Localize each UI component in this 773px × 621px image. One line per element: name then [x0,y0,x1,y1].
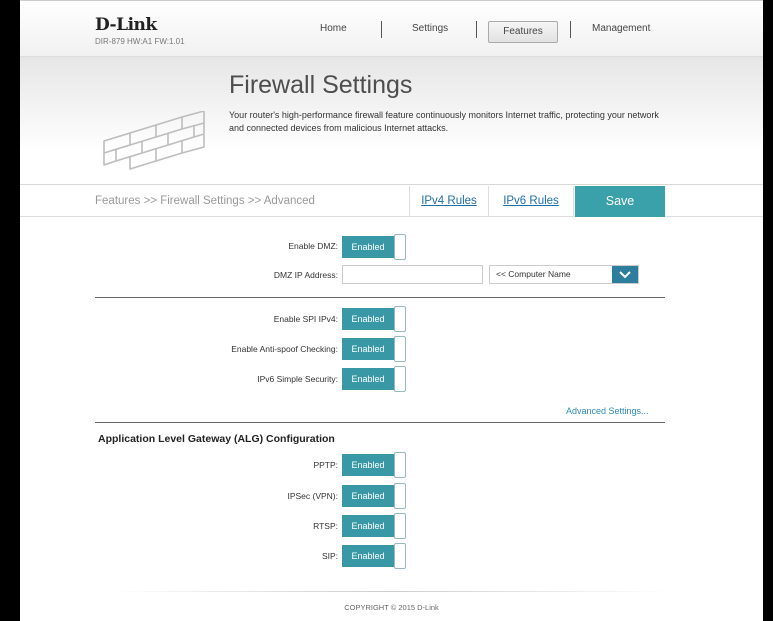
firewall-brick-icon [103,111,205,170]
rtsp-toggle[interactable]: Enabled [342,513,406,539]
ipv6-security-label: IPv6 Simple Security: [257,374,338,384]
advanced-settings-link[interactable]: Advanced Settings... [566,406,649,416]
nav-settings[interactable]: Settings [412,23,448,34]
rtsp-label: RTSP: [313,521,338,531]
save-button[interactable]: Save [575,186,665,217]
sip-label: SIP: [321,551,338,561]
toggle-state: Enabled [342,236,394,258]
model-firmware-info: DIR-879 HW:A1 FW:1.01 [95,37,185,46]
section-divider [95,297,665,298]
router-admin-page: D-Link DIR-879 HW:A1 FW:1.01 Home Settin… [20,0,763,621]
action-bar: Features >> Firewall Settings >> Advance… [20,186,763,217]
ipv4-rules-link[interactable]: IPv4 Rules [409,186,489,217]
toggle-knob [394,306,406,332]
nav-management[interactable]: Management [592,23,650,34]
enable-dmz-label: Enable DMZ: [288,241,338,251]
dlink-logo[interactable]: D-Link [95,15,157,35]
page-description: Your router's high-performance firewall … [229,110,659,133]
dmz-ip-label: DMZ IP Address: [273,270,338,280]
toggle-knob [394,543,406,569]
ipv6-rules-link[interactable]: IPv6 Rules [489,186,574,217]
nav-separator [476,21,477,38]
toggle-state: Enabled [342,368,394,390]
footer-divider [110,591,670,592]
toggle-knob [394,336,406,362]
toggle-state: Enabled [342,308,394,330]
enable-dmz-toggle[interactable]: Enabled [342,234,406,260]
page-banner: Firewall Settings Your router's high-per… [20,57,763,185]
pptp-toggle[interactable]: Enabled [342,452,406,478]
alg-section-title: Application Level Gateway (ALG) Configur… [98,433,335,445]
toggle-knob [394,234,406,260]
antispoof-label: Enable Anti-spoof Checking: [231,344,338,354]
page-title: Firewall Settings [229,71,413,99]
toggle-knob [394,513,406,539]
copyright-text: COPYRIGHT © 2015 D-Link [344,603,439,612]
window-frame-left [0,0,20,621]
toggle-state: Enabled [342,338,394,360]
nav-features[interactable]: Features [488,21,558,43]
nav-separator [570,21,571,38]
toggle-knob [394,366,406,392]
window-frame-right [763,0,773,621]
ipv6-security-toggle[interactable]: Enabled [342,366,406,392]
nav-home[interactable]: Home [320,23,347,34]
sip-toggle[interactable]: Enabled [342,543,406,569]
toggle-knob [394,452,406,478]
top-navigation-bar: D-Link DIR-879 HW:A1 FW:1.01 Home Settin… [20,1,763,57]
antispoof-toggle[interactable]: Enabled [342,336,406,362]
toggle-state: Enabled [342,454,394,476]
spi-ipv4-toggle[interactable]: Enabled [342,306,406,332]
ipsec-label: IPSec (VPN): [287,491,338,501]
toggle-state: Enabled [342,485,394,507]
ipsec-toggle[interactable]: Enabled [342,483,406,509]
toggle-knob [394,483,406,509]
dmz-ip-input[interactable] [342,265,483,284]
spi-ipv4-label: Enable SPI IPv4: [273,314,338,324]
section-divider [95,422,665,423]
toggle-state: Enabled [342,515,394,537]
nav-separator [381,21,382,38]
toggle-state: Enabled [342,545,394,567]
pptp-label: PPTP: [313,460,338,470]
chevron-down-icon[interactable] [612,266,638,283]
breadcrumb: Features >> Firewall Settings >> Advance… [95,195,315,207]
